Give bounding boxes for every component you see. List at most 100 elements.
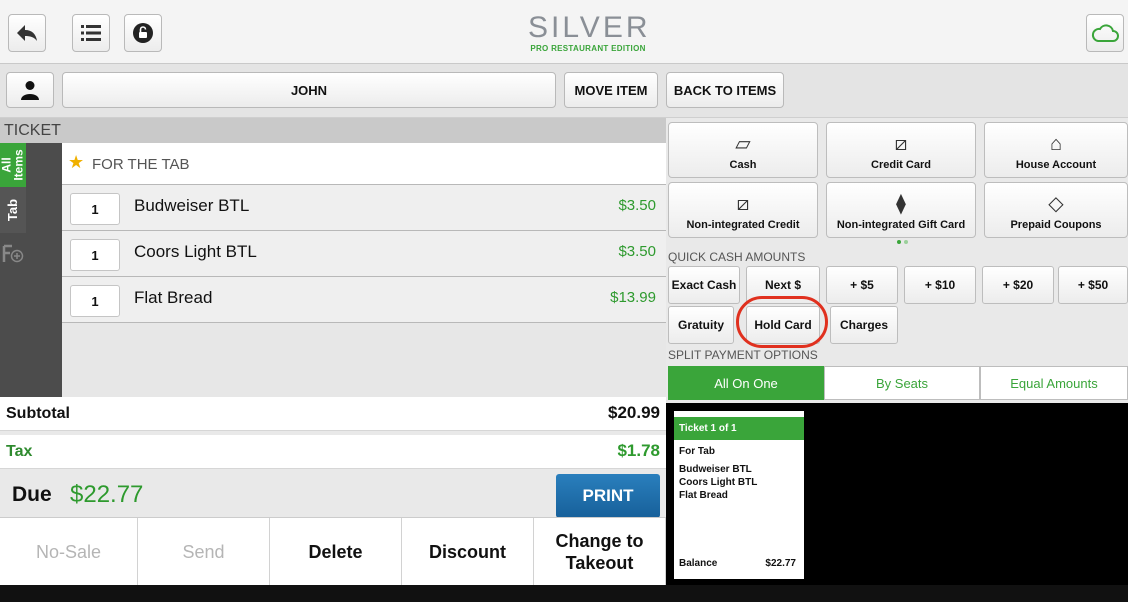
menu-button[interactable] [72,14,110,52]
ticket-side-tabs: All Items Tab [0,143,62,397]
group-label: FOR THE TAB [92,156,190,173]
logo-subtitle: PRO RESTAURANT EDITION [530,44,646,53]
customer-button[interactable] [6,72,54,108]
add-seat-button[interactable] [0,233,26,275]
list-item[interactable]: 1 Budweiser BTL $3.50 [62,185,666,231]
receipt-item: Flat Bread [679,490,728,501]
list-icon [81,25,101,41]
action-bar: JOHN MOVE ITEM BACK TO ITEMS [0,64,1128,118]
item-price: $13.99 [610,289,656,306]
highlight-circle [736,296,828,348]
back-arrow-icon [17,25,37,41]
split-payment-title: SPLIT PAYMENT OPTIONS [668,348,818,362]
item-price: $3.50 [618,197,656,214]
person-icon [21,81,39,100]
split-by-seats[interactable]: By Seats [824,366,980,400]
logo-text: SILVER [528,11,651,44]
pay-house-account-button[interactable]: ⌂ House Account [984,122,1128,178]
move-item-button[interactable]: MOVE ITEM [564,72,658,108]
receipt-header: Ticket 1 of 1 [674,417,804,440]
star-icon: ★ [68,152,85,172]
group-header[interactable]: ★ FOR THE TAB [62,143,666,185]
credit-card-icon: ⧄ [736,193,750,215]
customer-name-field[interactable]: JOHN [62,72,556,108]
cloud-icon [1091,24,1119,42]
pay-prepaid-coupons-label: Prepaid Coupons [1010,219,1102,231]
pay-cash-label: Cash [729,159,757,171]
subtotal-row: Subtotal $20.99 [0,397,666,431]
pay-non-integrated-gift-card-label: Non-integrated Gift Card [836,219,966,231]
credit-card-icon: ⧄ [894,133,908,155]
pay-credit-card-label: Credit Card [871,159,931,171]
ticket-items: ★ FOR THE TAB 1 Budweiser BTL $3.50 1 Co… [62,143,666,397]
plus-20-button[interactable]: + $20 [982,266,1054,304]
gift-card-icon: ⧫ [896,193,906,215]
house-icon: ⌂ [1049,133,1063,155]
pay-prepaid-coupons-button[interactable]: ◇ Prepaid Coupons [984,182,1128,238]
list-item[interactable]: 1 Coors Light BTL $3.50 [62,231,666,277]
exact-cash-button[interactable]: Exact Cash [668,266,740,304]
tab-all-items-label: All Items [0,149,26,181]
lock-icon [133,23,153,43]
delete-button[interactable]: Delete [270,518,402,586]
item-price: $3.50 [618,243,656,260]
silver-logo: SILVER PRO RESTAURANT EDITION [528,12,648,60]
pay-cash-button[interactable]: ▱ Cash [668,122,818,178]
pay-non-integrated-credit-button[interactable]: ⧄ Non-integrated Credit [668,182,818,238]
due-row: Due $22.77 PRINT [0,469,666,518]
receipt-balance-value: $22.77 [765,558,796,569]
coupon-icon: ◇ [1048,193,1064,215]
receipt-group: For Tab [679,446,715,457]
item-qty[interactable]: 1 [70,239,120,271]
pay-non-integrated-gift-card-button[interactable]: ⧫ Non-integrated Gift Card [826,182,976,238]
tab-tab[interactable]: Tab [0,187,26,233]
plus-5-button[interactable]: + $5 [826,266,898,304]
list-item[interactable]: 1 Flat Bread $13.99 [62,277,666,323]
due-label: Due [12,483,52,506]
receipt[interactable]: Ticket 1 of 1 For Tab Budweiser BTL Coor… [674,411,804,579]
receipt-preview: Ticket 1 of 1 For Tab Budweiser BTL Coor… [666,403,1128,585]
due-value: $22.77 [70,481,144,508]
cash-icon: ▱ [735,133,751,155]
print-button[interactable]: PRINT [556,474,660,518]
tax-value: $1.78 [617,441,660,460]
pay-credit-card-button[interactable]: ⧄ Credit Card [826,122,976,178]
add-seat-icon [2,244,24,263]
send-button[interactable]: Send [138,518,270,586]
page-dot-active [897,240,901,244]
bottom-actions: No-Sale Send Delete Discount Change to T… [0,517,666,586]
receipt-item: Coors Light BTL [679,477,758,488]
tab-all-items[interactable]: All Items [0,143,26,187]
plus-50-button[interactable]: + $50 [1058,266,1128,304]
charges-button[interactable]: Charges [830,306,898,344]
split-all-on-one[interactable]: All On One [668,366,824,400]
item-name: Budweiser BTL [134,196,250,215]
plus-10-button[interactable]: + $10 [904,266,976,304]
split-equal-amounts[interactable]: Equal Amounts [980,366,1128,400]
receipt-balance-label: Balance [679,558,718,569]
gratuity-button[interactable]: Gratuity [668,306,734,344]
page-dot [904,240,908,244]
discount-button[interactable]: Discount [402,518,534,586]
item-qty[interactable]: 1 [70,193,120,225]
lock-button[interactable] [124,14,162,52]
pay-house-account-label: House Account [1015,159,1097,171]
top-bar: SILVER PRO RESTAURANT EDITION [0,0,1128,64]
subtotal-value: $20.99 [608,403,660,422]
item-name: Coors Light BTL [134,242,257,261]
subtotal-label: Subtotal [6,405,70,422]
item-qty[interactable]: 1 [70,285,120,317]
back-to-items-button[interactable]: BACK TO ITEMS [666,72,784,108]
tax-label: Tax [6,443,33,460]
quick-cash-title: QUICK CASH AMOUNTS [668,250,806,264]
cloud-sync-button[interactable] [1086,14,1124,52]
tax-row: Tax $1.78 [0,435,666,469]
system-nav-bar [0,585,1128,602]
change-to-takeout-button[interactable]: Change to Takeout [534,518,666,586]
tab-tab-label: Tab [5,198,20,222]
no-sale-button[interactable]: No-Sale [0,518,138,586]
receipt-item: Budweiser BTL [679,464,752,475]
back-button[interactable] [8,14,46,52]
ticket-header: TICKET [0,118,666,143]
item-name: Flat Bread [134,288,213,307]
